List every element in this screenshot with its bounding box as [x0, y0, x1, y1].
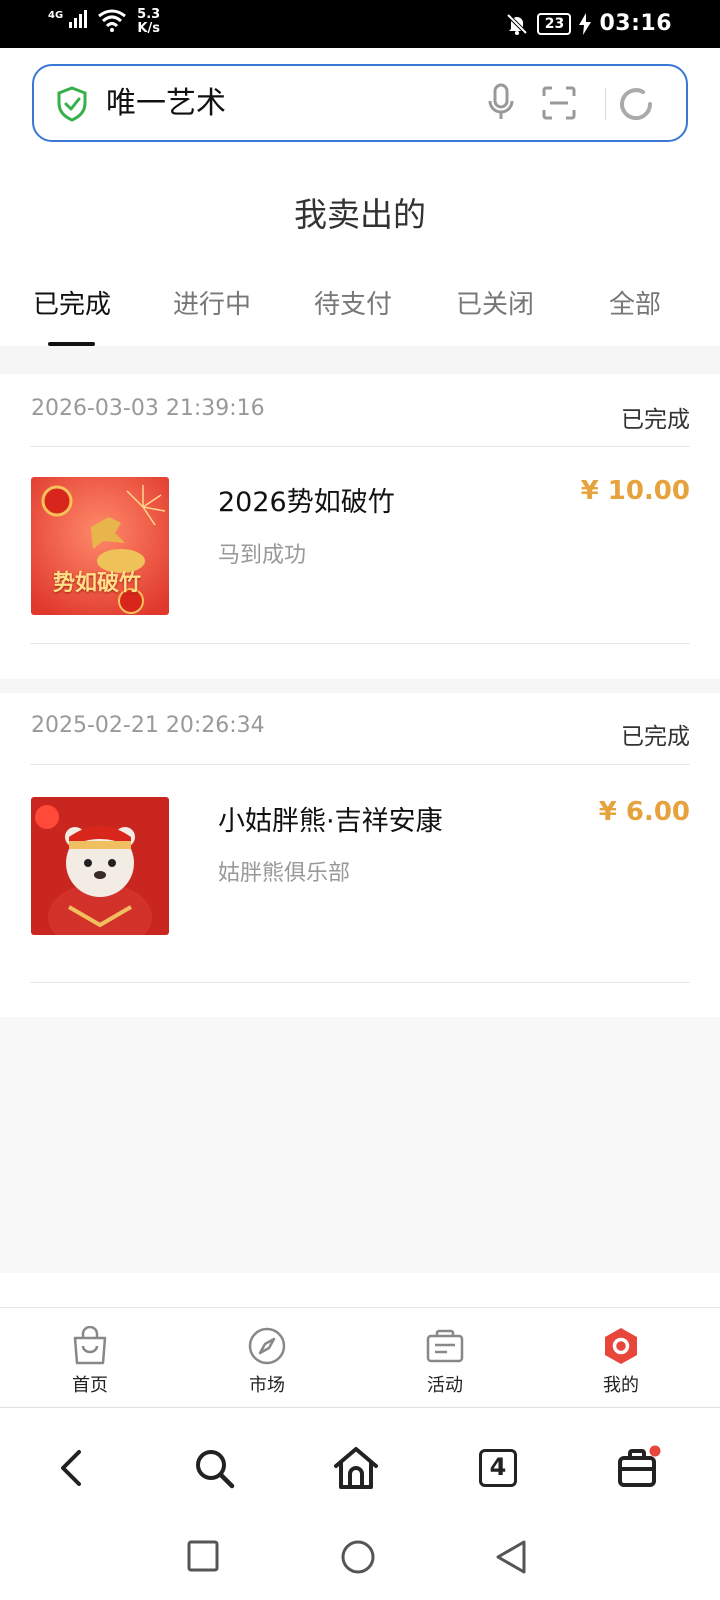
profile-badge-icon — [605, 1328, 637, 1364]
tab-completed[interactable]: 已完成 — [33, 288, 111, 322]
product-price: ¥ 10.00 — [580, 476, 690, 506]
tabs-button[interactable]: 4 — [474, 1444, 522, 1492]
divider — [30, 643, 690, 644]
charging-icon — [579, 12, 592, 35]
page-title: 我卖出的 — [294, 195, 426, 234]
divider — [30, 446, 690, 447]
clock: 03:16 — [599, 11, 672, 36]
empty-area — [0, 1017, 720, 1273]
order-time: 2026-03-03 21:39:16 — [31, 396, 265, 421]
divider — [30, 982, 690, 983]
nav-market-label: 市场 — [249, 1375, 285, 1396]
speed-value: 5.3 — [137, 7, 161, 22]
tab-count-badge: 4 — [479, 1449, 517, 1487]
tab-in-progress[interactable]: 进行中 — [173, 288, 251, 322]
status-bar: 4G 5.3 K/s 23 03:16 — [0, 0, 720, 48]
search-button[interactable] — [190, 1444, 238, 1492]
product-image-art — [31, 797, 169, 935]
status-right: 23 03:16 — [505, 11, 672, 36]
nav-activity[interactable]: 活动 — [400, 1324, 490, 1397]
battery-indicator: 23 — [537, 12, 572, 35]
nav-profile-label: 我的 — [603, 1375, 639, 1396]
divider — [30, 764, 690, 765]
search-icon — [196, 1450, 235, 1489]
order-status: 已完成 — [621, 724, 690, 750]
home-icon — [334, 1447, 378, 1489]
product-image[interactable] — [31, 797, 169, 935]
order-status: 已完成 — [621, 407, 690, 433]
back-button[interactable] — [47, 1444, 95, 1492]
app-bottom-nav: 首页 市场 活动 我的 — [0, 1307, 720, 1407]
nav-activity-label: 活动 — [427, 1375, 463, 1396]
shield-check-icon — [57, 86, 87, 122]
order-card[interactable]: 2026-03-03 21:39:16 已完成 势如破竹 2026势如破竹 马到… — [0, 374, 720, 679]
tab-pending-payment[interactable]: 待支付 — [314, 288, 392, 322]
speed-unit: K/s — [137, 21, 160, 36]
network-speed: 5.3 K/s — [137, 8, 160, 36]
address-separator — [605, 88, 606, 120]
ticket-icon — [426, 1329, 464, 1363]
product-image-caption: 势如破竹 — [53, 571, 142, 596]
network-type: 4G — [48, 10, 64, 21]
address-text[interactable]: 唯一艺术 — [106, 86, 226, 122]
recent-apps-icon[interactable] — [186, 1539, 220, 1573]
order-card[interactable]: 2025-02-21 20:26:34 已完成 小姑胖熊·吉祥安康 姑胖熊俱乐部… — [0, 693, 720, 1017]
home-button[interactable] — [332, 1444, 380, 1492]
order-tabs: 已完成 进行中 待支付 已关闭 全部 — [0, 280, 720, 352]
browser-toolbar: 4 — [0, 1407, 720, 1517]
screen: 4G 5.3 K/s 23 03:16 唯一艺术 我卖出的 已完成 进行中 待支… — [0, 0, 720, 1600]
status-left: 4G 5.3 K/s — [48, 8, 160, 36]
tab-all[interactable]: 全部 — [609, 288, 661, 322]
chevron-left-icon — [61, 1450, 81, 1486]
nav-market[interactable]: 市场 — [222, 1324, 312, 1397]
product-subtitle: 姑胖熊俱乐部 — [218, 861, 351, 886]
wifi-icon — [98, 9, 127, 32]
bag-icon — [73, 1326, 107, 1365]
nav-home[interactable]: 首页 — [45, 1324, 135, 1397]
nav-home-label: 首页 — [72, 1375, 108, 1396]
order-time: 2025-02-21 20:26:34 — [31, 713, 265, 738]
tab-closed[interactable]: 已关闭 — [456, 288, 534, 322]
toolbox-icon — [618, 1445, 661, 1487]
refresh-icon[interactable] — [616, 84, 656, 124]
scan-icon[interactable] — [542, 86, 576, 120]
product-title[interactable]: 小姑胖熊·吉祥安康 — [218, 799, 443, 838]
product-subtitle: 马到成功 — [218, 543, 307, 568]
microphone-icon[interactable] — [486, 82, 516, 122]
system-nav-bar — [0, 1517, 720, 1600]
section-gap — [0, 346, 720, 374]
compass-icon — [248, 1327, 286, 1365]
product-price: ¥ 6.00 — [598, 797, 690, 827]
toolbox-button[interactable] — [614, 1444, 662, 1492]
bell-muted-icon — [507, 13, 528, 35]
product-image[interactable]: 势如破竹 — [31, 477, 169, 615]
section-gap — [0, 679, 720, 693]
nav-profile[interactable]: 我的 — [576, 1324, 666, 1397]
home-circle-icon[interactable] — [340, 1539, 376, 1575]
signal-icon — [69, 10, 88, 28]
back-triangle-icon[interactable] — [494, 1539, 528, 1575]
product-title[interactable]: 2026势如破竹 — [218, 480, 395, 519]
address-bar[interactable]: 唯一艺术 — [32, 64, 688, 142]
